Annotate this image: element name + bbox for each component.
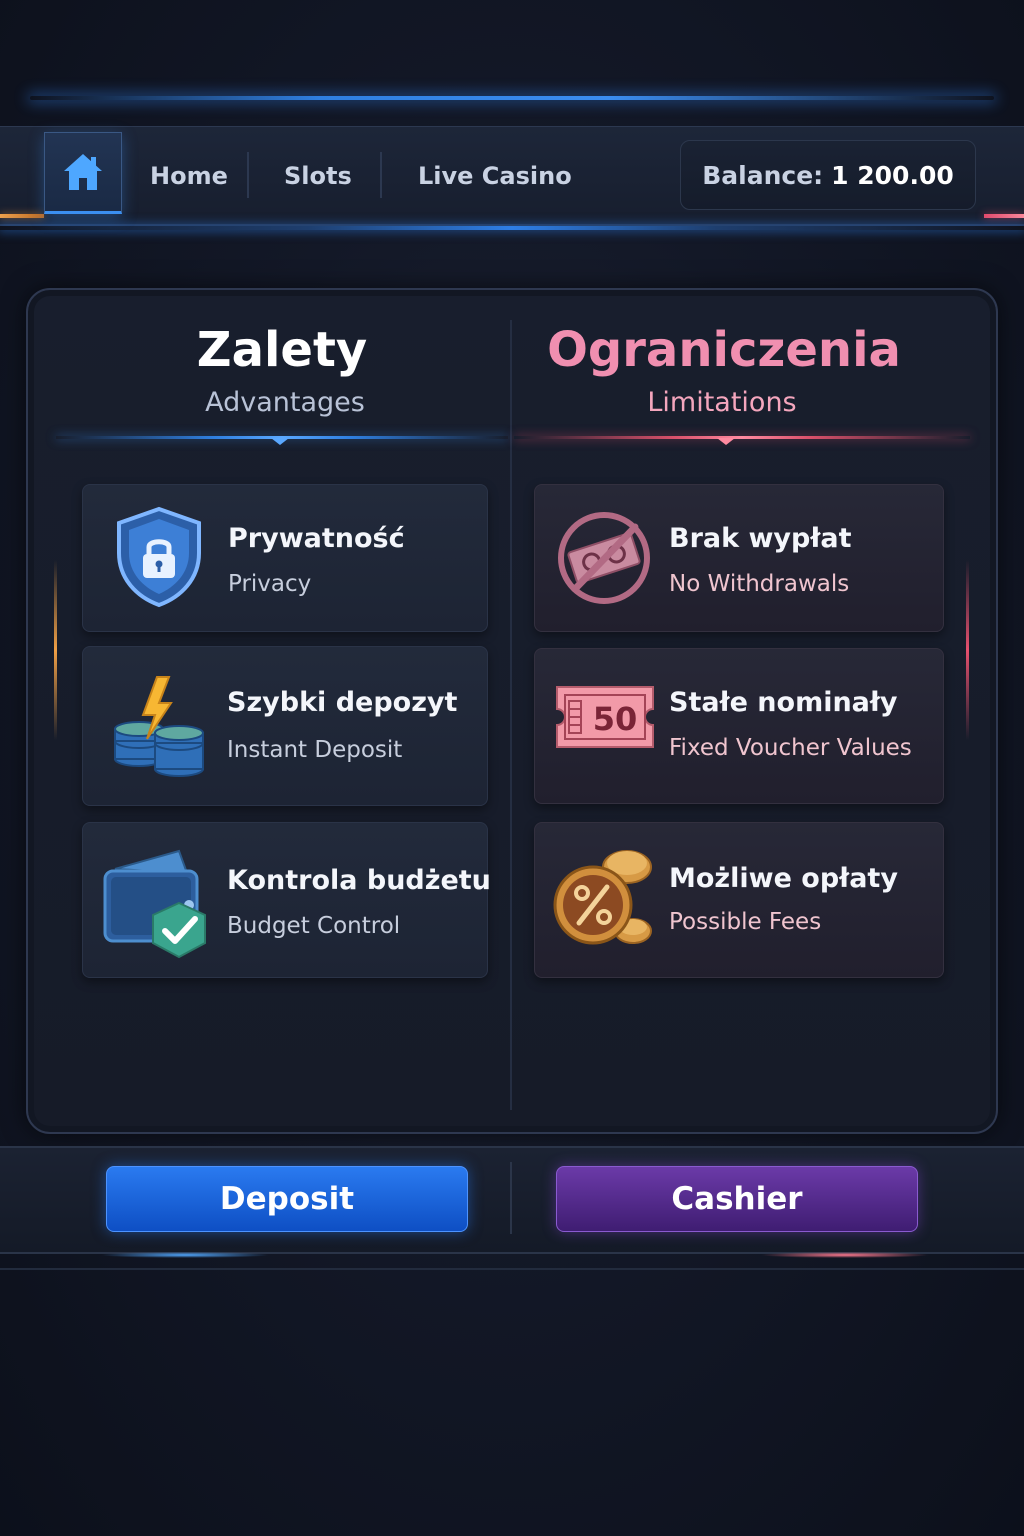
limitations-title: Ograniczenia <box>547 322 901 378</box>
limitation-subtitle: No Withdrawals <box>669 571 850 597</box>
nav-link-live-casino[interactable]: Live Casino <box>418 156 572 196</box>
voucher-50-icon: 50 <box>553 683 657 757</box>
deposit-glow <box>100 1252 270 1258</box>
limitation-subtitle: Fixed Voucher Values <box>669 735 912 761</box>
limitations-underline <box>514 436 970 439</box>
column-divider <box>510 320 512 1110</box>
deposit-button[interactable]: Deposit <box>106 1166 468 1232</box>
advantage-card-budget-control: Kontrola budżetu Budget Control <box>82 822 491 978</box>
nav-separator <box>380 152 382 198</box>
limitation-card-possible-fees: Możliwe opłaty Possible Fees <box>534 822 944 978</box>
nav-link-home[interactable]: Home <box>150 156 228 196</box>
advantages-title: Zalety <box>196 322 368 378</box>
nav-right-accent <box>984 214 1024 218</box>
nav-bottom-glow <box>0 226 1024 230</box>
limitations-subtitle: Limitations <box>647 387 797 418</box>
home-button[interactable] <box>44 132 122 214</box>
nav-separator <box>247 152 249 198</box>
top-glow-line <box>30 96 994 100</box>
cashier-button[interactable]: Cashier <box>556 1166 918 1232</box>
advantage-title: Szybki depozyt <box>227 687 458 718</box>
percent-coins-icon <box>551 843 655 957</box>
panel-edge-glow-right <box>966 560 969 740</box>
limitation-title: Stałe nominały <box>669 687 898 718</box>
advantage-subtitle: Privacy <box>228 571 312 597</box>
advantage-card-privacy: Prywatność Privacy <box>82 484 488 632</box>
footer-line <box>0 1268 1024 1270</box>
shield-lock-icon <box>113 505 205 613</box>
cashier-glow <box>760 1252 930 1258</box>
limitations-notch <box>717 438 735 445</box>
wallet-check-icon <box>101 847 211 967</box>
coins-lightning-icon <box>109 673 209 787</box>
action-bar-separator <box>510 1162 512 1234</box>
panel-edge-glow-left <box>54 560 57 740</box>
limitation-card-fixed-vouchers: 50 Stałe nominały Fixed Voucher Values <box>534 648 944 804</box>
voucher-badge-text: 50 <box>593 700 638 738</box>
nav-link-slots[interactable]: Slots <box>284 156 352 196</box>
limitation-subtitle: Possible Fees <box>669 909 822 935</box>
home-icon <box>64 154 102 190</box>
limitation-card-no-withdrawals: Brak wypłat No Withdrawals <box>534 484 944 632</box>
balance-label: Balance: <box>702 160 824 190</box>
advantages-subtitle: Advantages <box>205 387 365 418</box>
limitation-title: Możliwe opłaty <box>669 863 898 894</box>
advantage-title: Prywatność <box>228 523 405 554</box>
balance-amount: 1 200.00 <box>831 160 954 190</box>
no-cash-icon <box>555 509 653 611</box>
limitation-title: Brak wypłat <box>669 523 852 554</box>
balance-display: Balance: 1 200.00 <box>680 140 976 210</box>
advantage-subtitle: Instant Deposit <box>227 737 403 763</box>
advantage-card-instant-deposit: Szybki depozyt Instant Deposit <box>82 646 488 806</box>
advantage-title: Kontrola budżetu <box>227 865 491 896</box>
advantage-subtitle: Budget Control <box>227 913 401 939</box>
advantages-notch <box>271 438 289 445</box>
nav-left-accent <box>0 214 44 218</box>
